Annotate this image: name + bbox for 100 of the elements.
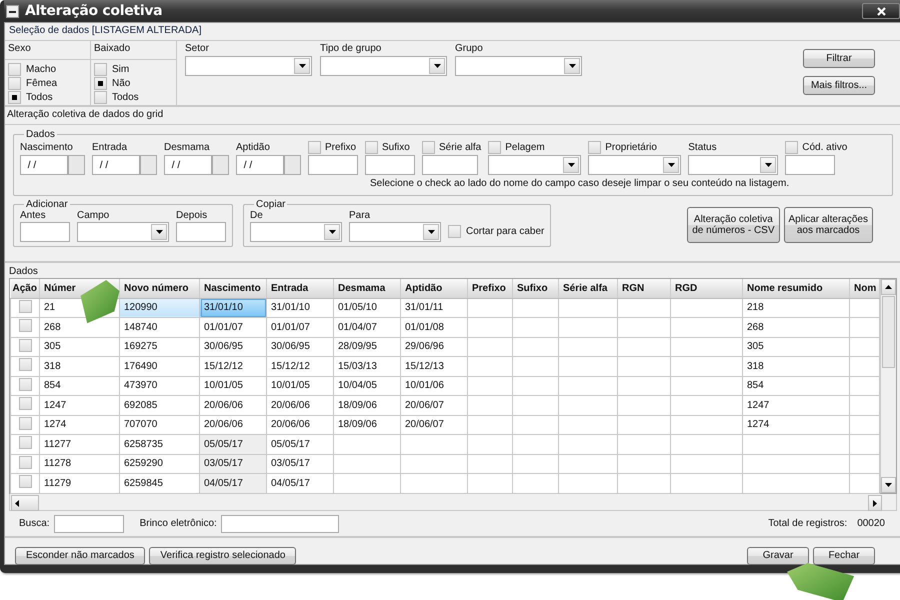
checkbox[interactable] [94, 76, 107, 90]
hint-text: Selecione o check ao lado do nome do campo caso deseje limpar o seu conteúdo na listagem. [369, 178, 790, 191]
table-cell: 169275 [124, 341, 158, 352]
input-field[interactable] [176, 222, 226, 242]
action-button[interactable]: Aplicar alterações aos marcados [784, 207, 873, 243]
checkbox[interactable] [18, 456, 32, 469]
dropdown[interactable] [185, 56, 312, 76]
footer-button[interactable]: Gravar [747, 547, 809, 565]
table-cell: 04/05/17 [271, 478, 310, 489]
checkbox[interactable] [18, 319, 32, 332]
checkbox[interactable] [18, 436, 32, 450]
column-header[interactable]: RGD [675, 282, 698, 294]
scroll-left-button[interactable] [11, 495, 39, 511]
group-label: Sexo [5, 41, 90, 60]
field-label: Campo [77, 210, 110, 221]
table-cell: 29/06/96 [405, 341, 444, 352]
dropdown[interactable] [455, 56, 582, 76]
table-cell: 707070 [124, 419, 158, 430]
table-cell: 10/01/05 [271, 380, 310, 392]
caret-up-icon [885, 285, 892, 289]
scrollbar-thumb[interactable] [882, 296, 895, 368]
date-picker-box[interactable] [140, 155, 157, 175]
checkbox[interactable] [8, 90, 21, 104]
dropdown[interactable] [688, 155, 778, 175]
checkbox[interactable] [365, 140, 378, 154]
checkbox[interactable] [8, 76, 21, 90]
table-cell: 176490 [124, 360, 158, 372]
option-label: Cortar para caber [466, 226, 544, 237]
checkbox[interactable] [422, 140, 435, 154]
group-label: Dados [25, 129, 56, 140]
checkbox[interactable] [18, 378, 32, 391]
date-picker-box[interactable] [212, 155, 229, 175]
table-cell: 21 [44, 302, 56, 314]
filter-button[interactable]: Filtrar [803, 49, 875, 68]
input-field[interactable] [422, 155, 478, 175]
table-cell: 854 [44, 380, 61, 392]
table-cell: 854 [747, 380, 764, 392]
date-field[interactable]: / / [236, 155, 284, 175]
checkbox[interactable] [448, 225, 461, 238]
section-title: Dados [9, 265, 39, 278]
group-label: Adicionar [25, 199, 69, 210]
checkbox[interactable] [18, 338, 32, 352]
checkbox[interactable] [18, 300, 32, 313]
dropdown[interactable] [320, 56, 447, 76]
checkbox[interactable] [588, 140, 602, 154]
table-cell: 15/12/12 [204, 360, 243, 372]
field-label: Entrada [92, 142, 128, 152]
checkbox[interactable] [488, 140, 502, 154]
option-label: Todos [26, 92, 53, 102]
table-cell: 692085 [124, 400, 158, 411]
checkbox[interactable] [18, 358, 32, 372]
table-cell: 6259290 [124, 458, 163, 470]
checkbox[interactable] [308, 140, 321, 154]
table-cell: 11279 [44, 478, 72, 489]
scroll-right-button[interactable] [868, 495, 882, 511]
action-button[interactable]: Alteração coletiva de números - CSV [687, 207, 780, 243]
checkbox[interactable] [18, 416, 32, 430]
date-field[interactable]: / / [164, 155, 212, 175]
caret-right-icon [873, 500, 877, 506]
input-field[interactable] [785, 155, 836, 175]
input-field[interactable] [220, 514, 339, 532]
option-label: Macho [26, 64, 56, 74]
pointer-arrow [787, 563, 855, 600]
scroll-down-button[interactable] [881, 477, 896, 493]
footer-button[interactable]: Esconder não marcados [15, 547, 146, 565]
window-title: Alteração coletiva [25, 3, 162, 19]
close-button[interactable] [862, 3, 900, 19]
table-cell: 03/05/17 [204, 458, 243, 470]
field-label: Brinco eletrônico: [140, 518, 217, 529]
window-menu-icon[interactable] [6, 4, 19, 18]
field-label: Proprietário [605, 142, 657, 152]
dropdown[interactable] [588, 155, 682, 175]
date-picker-box[interactable] [68, 155, 85, 175]
checkbox[interactable] [8, 62, 21, 76]
table-cell: 120990 [124, 302, 158, 314]
input-field[interactable] [20, 222, 70, 242]
checkbox[interactable] [18, 397, 32, 410]
input-field[interactable] [308, 155, 358, 175]
filter-button[interactable]: Mais filtros... [803, 76, 875, 95]
dropdown[interactable] [488, 155, 582, 175]
dropdown[interactable] [250, 222, 342, 242]
checkbox[interactable] [94, 90, 107, 104]
footer-button[interactable]: Fechar [813, 547, 875, 565]
caret-left-icon [15, 500, 19, 506]
table-cell: 15/12/13 [405, 360, 444, 372]
checkbox[interactable] [785, 140, 798, 154]
checkbox[interactable] [18, 475, 32, 488]
footer-button[interactable]: Verifica registro selecionado [149, 547, 296, 565]
date-field[interactable]: / / [92, 155, 140, 175]
table-cell: 268 [44, 322, 61, 333]
input-field[interactable] [365, 155, 415, 175]
dropdown[interactable] [77, 222, 169, 242]
table-cell: 11277 [44, 438, 72, 450]
date-picker-box[interactable] [284, 155, 301, 175]
dropdown[interactable] [349, 222, 441, 242]
field-label: Pelagem [505, 142, 545, 152]
date-field[interactable]: / / [20, 155, 68, 175]
checkbox[interactable] [94, 62, 107, 76]
scroll-up-button[interactable] [881, 279, 896, 295]
input-field[interactable] [54, 514, 124, 532]
